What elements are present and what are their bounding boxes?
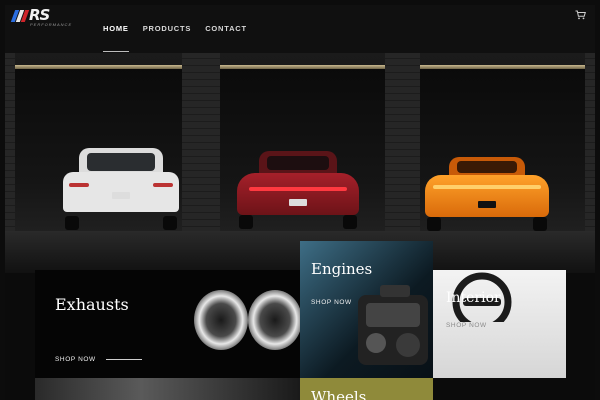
- tile-title: Exhausts: [55, 295, 129, 314]
- white-classic-car: [61, 148, 181, 230]
- tile-title: Wheels: [311, 388, 367, 400]
- hero-banner: [5, 53, 595, 273]
- exhaust-tips-image: [194, 290, 300, 350]
- site-header: RS PERFORMANCE HOME PRODUCTS CONTACT: [5, 5, 595, 53]
- brick-pillar: [182, 53, 220, 233]
- brand-tagline: PERFORMANCE: [30, 22, 73, 27]
- shop-now-link[interactable]: SHOP NOW: [55, 356, 142, 363]
- tile-title: Engines: [311, 260, 373, 278]
- category-tile-interior[interactable]: Interior SHOP NOW: [433, 270, 566, 378]
- tile-title: Interior: [446, 290, 501, 306]
- shop-now-link[interactable]: SHOP NOW: [446, 322, 487, 329]
- nav-home[interactable]: HOME: [103, 24, 129, 52]
- category-tile-exhausts[interactable]: Exhausts SHOP NOW: [35, 270, 300, 378]
- category-tile-engines[interactable]: Engines SHOP NOW: [300, 241, 433, 378]
- brick-pillar: [5, 53, 15, 233]
- orange-sports-car: [423, 157, 551, 231]
- shop-now-link[interactable]: SHOP NOW: [311, 299, 352, 306]
- nav-products[interactable]: PRODUCTS: [143, 24, 192, 33]
- main-nav: HOME PRODUCTS CONTACT: [103, 24, 247, 52]
- page-frame: RS PERFORMANCE HOME PRODUCTS CONTACT Exh…: [5, 5, 595, 400]
- shop-now-label: SHOP NOW: [55, 356, 96, 363]
- nav-contact[interactable]: CONTACT: [205, 24, 247, 33]
- shop-now-label: SHOP NOW: [446, 322, 487, 329]
- brick-pillar: [385, 53, 420, 233]
- category-tile-wheels[interactable]: Wheels: [300, 378, 433, 400]
- red-sports-car: [235, 151, 361, 229]
- brick-pillar: [585, 53, 595, 233]
- engine-image: [358, 285, 428, 365]
- shopping-cart-icon[interactable]: [575, 10, 586, 20]
- brand-logo[interactable]: RS PERFORMANCE: [10, 6, 73, 30]
- category-tile-partial[interactable]: [35, 378, 300, 400]
- shop-now-underline: [105, 359, 142, 360]
- shop-now-label: SHOP NOW: [311, 299, 352, 306]
